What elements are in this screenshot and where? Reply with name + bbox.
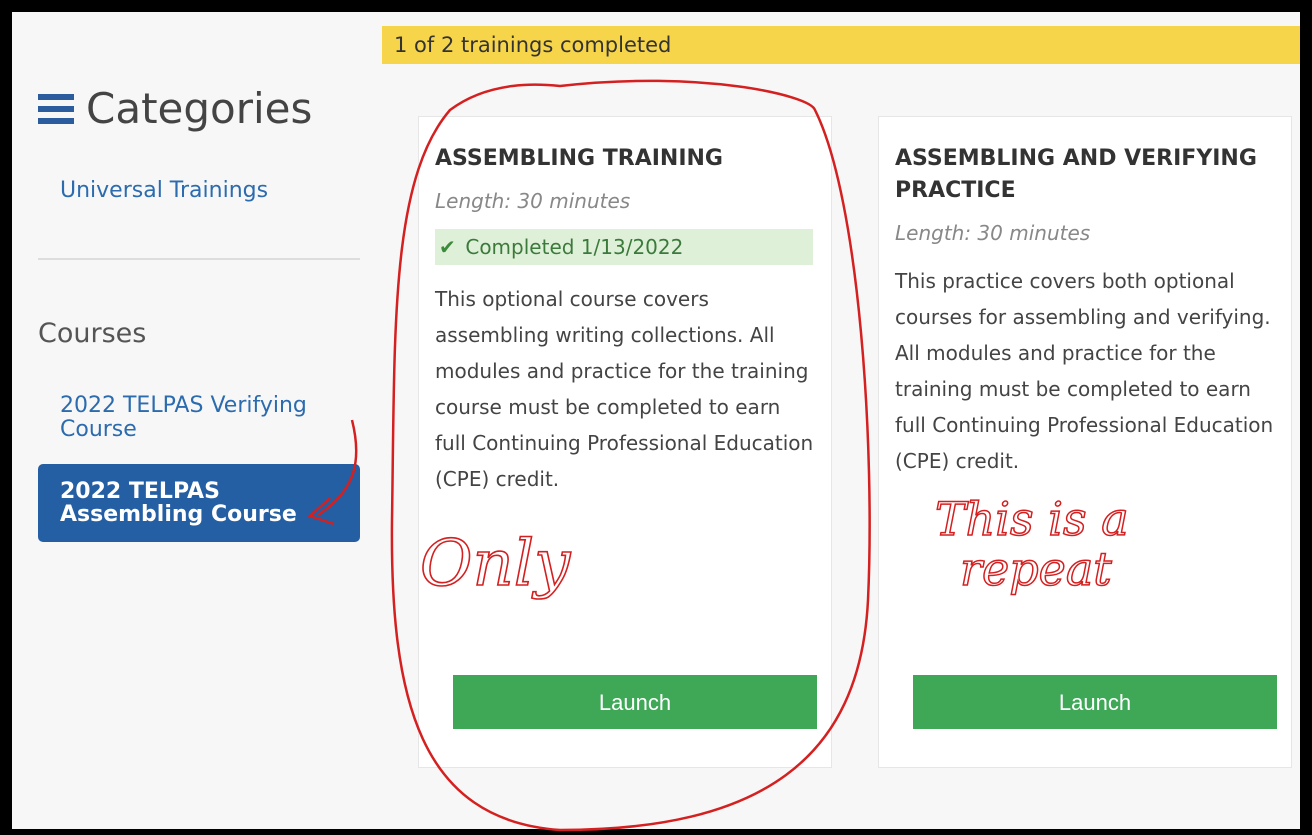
courses-title: Courses xyxy=(38,318,147,349)
launch-button[interactable]: Launch xyxy=(913,675,1277,729)
hamburger-menu-icon[interactable] xyxy=(38,93,74,124)
sidebar-divider xyxy=(38,258,360,260)
app-frame: Categories Universal Trainings Courses 2… xyxy=(12,12,1300,829)
progress-banner: 1 of 2 trainings completed xyxy=(382,26,1300,64)
course-link-assembling-active[interactable]: 2022 TELPAS Assembling Course xyxy=(38,464,360,542)
launch-button[interactable]: Launch xyxy=(453,675,817,729)
training-card-practice: ASSEMBLING AND VERIFYING PRACTICE Length… xyxy=(878,116,1292,768)
completed-badge: ✔ Completed 1/13/2022 xyxy=(435,229,813,265)
card-length: Length: 30 minutes xyxy=(895,221,1091,245)
sidebar: Categories Universal Trainings Courses 2… xyxy=(12,12,372,829)
card-title: ASSEMBLING TRAINING xyxy=(435,146,723,171)
checkmark-icon: ✔ xyxy=(439,235,456,259)
card-length: Length: 30 minutes xyxy=(435,189,631,213)
categories-header[interactable]: Categories xyxy=(38,84,312,133)
training-card-assembling: ASSEMBLING TRAINING Length: 30 minutes ✔… xyxy=(418,116,832,768)
card-description: This practice covers both optional cours… xyxy=(895,269,1274,473)
card-description: This optional course covers assembling w… xyxy=(435,287,814,491)
course-link-verifying[interactable]: 2022 TELPAS Verifying Course xyxy=(60,394,340,442)
categories-title: Categories xyxy=(86,84,313,133)
card-title: ASSEMBLING AND VERIFYING PRACTICE xyxy=(895,146,1257,203)
completed-text: Completed 1/13/2022 xyxy=(465,235,684,259)
category-link-universal-trainings[interactable]: Universal Trainings xyxy=(60,178,268,203)
